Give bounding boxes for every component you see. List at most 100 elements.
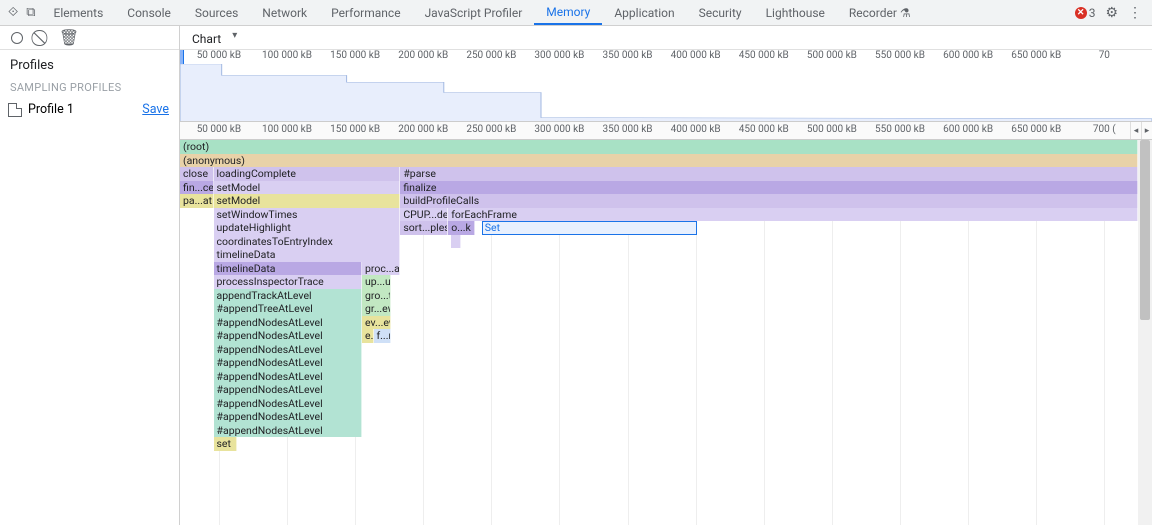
flame-row: set: [180, 437, 1138, 451]
flame-bar[interactable]: #appendNodesAtLevel: [214, 329, 362, 343]
tab-memory[interactable]: Memory: [534, 0, 602, 25]
flame-bar[interactable]: #appendNodesAtLevel: [214, 343, 362, 357]
tab-application[interactable]: Application: [602, 0, 686, 25]
flame-bar[interactable]: forEachFrame: [448, 208, 1138, 222]
flame-bar[interactable]: up...up: [362, 275, 391, 289]
flame-row: timelineDataproc...ata: [180, 262, 1138, 276]
flame-row: fin...cesetModelfinalize: [180, 181, 1138, 195]
tab-recorder-[interactable]: Recorder ⚗: [837, 0, 923, 25]
flame-chart[interactable]: (root)(anonymous)closeloadingComplete#pa…: [180, 140, 1152, 525]
tab-sources[interactable]: Sources: [183, 0, 250, 25]
tab-network[interactable]: Network: [250, 0, 319, 25]
flame-bar[interactable]: #appendNodesAtLevel: [214, 410, 362, 424]
size-ruler[interactable]: 50 000 kB100 000 kB150 000 kB200 000 kB2…: [180, 122, 1152, 140]
flame-bar[interactable]: gro...ts: [362, 289, 391, 303]
sidebar-section: SAMPLING PROFILES: [0, 75, 179, 98]
flame-bar[interactable]: o...k: [448, 221, 475, 235]
flame-bar[interactable]: #appendNodesAtLevel: [214, 424, 362, 438]
flame-bar[interactable]: [451, 235, 461, 249]
flame-bar[interactable]: #appendNodesAtLevel: [214, 397, 362, 411]
tab-performance[interactable]: Performance: [319, 0, 412, 25]
flame-bar[interactable]: (anonymous): [180, 154, 1138, 168]
ruler-nav-left[interactable]: ◂: [1130, 122, 1141, 139]
flame-bar[interactable]: e...: [362, 329, 373, 343]
profile-content: Chart 50 000 kB100 000 kB150 000 kB200 0…: [180, 26, 1152, 525]
flame-bar[interactable]: appendTrackAtLevel: [214, 289, 362, 303]
flame-bar[interactable]: setModel: [214, 181, 401, 195]
scrollbar-thumb[interactable]: [1140, 140, 1150, 320]
flame-bar[interactable]: proc...ata: [362, 262, 400, 276]
flame-row: processInspectorTraceup...up: [180, 275, 1138, 289]
profile-name: Profile 1: [28, 102, 74, 117]
flame-bar[interactable]: f...r: [374, 329, 391, 343]
flame-bar[interactable]: Set: [482, 221, 698, 235]
tab-elements[interactable]: Elements: [42, 0, 116, 25]
overview-tick: 600 000 kB: [943, 50, 993, 61]
flame-bar[interactable]: buildProfileCalls: [400, 194, 1138, 208]
tab-security[interactable]: Security: [687, 0, 754, 25]
delete-icon[interactable]: 🗑: [62, 31, 76, 45]
flame-bar[interactable]: coordinatesToEntryIndex: [214, 235, 401, 249]
sidebar-title: Profiles: [0, 50, 179, 75]
ruler-tick: 600 000 kB: [943, 124, 993, 135]
device-icon[interactable]: ⧉: [26, 5, 35, 20]
overview-tick: 70: [1099, 50, 1110, 61]
overview-strip[interactable]: 50 000 kB100 000 kB150 000 kB200 000 kB2…: [180, 50, 1152, 122]
flame-row: #appendNodesAtLevel: [180, 410, 1138, 424]
flame-bar[interactable]: setModel: [214, 194, 401, 208]
document-icon: [8, 103, 22, 117]
flame-bar[interactable]: #appendNodesAtLevel: [214, 383, 362, 397]
more-icon[interactable]: ⋮: [1128, 5, 1142, 21]
tab-javascript-profiler[interactable]: JavaScript Profiler: [413, 0, 535, 25]
flame-bar[interactable]: #appendTreeAtLevel: [214, 302, 362, 316]
stop-icon[interactable]: ⃠: [36, 31, 50, 45]
flame-bar[interactable]: #appendNodesAtLevel: [214, 370, 362, 384]
error-badge[interactable]: ✕ 3: [1075, 6, 1096, 20]
scrollbar-vertical[interactable]: [1138, 140, 1152, 525]
error-dot-icon: ✕: [1075, 7, 1087, 19]
ruler-tick: 700 (: [1093, 124, 1116, 135]
overview-tick: 300 000 kB: [534, 50, 584, 61]
settings-gear-icon[interactable]: ⚙: [1105, 5, 1118, 21]
flame-bar[interactable]: processInspectorTrace: [214, 275, 362, 289]
ruler-tick: 400 000 kB: [671, 124, 721, 135]
ruler-nav-right[interactable]: ▸: [1141, 122, 1152, 139]
ruler-tick: 50 000 kB: [197, 124, 241, 135]
tab-console[interactable]: Console: [115, 0, 183, 25]
devtools-tabbar: ⟐ ⧉ ElementsConsoleSourcesNetworkPerform…: [0, 0, 1152, 26]
overview-tick: 250 000 kB: [466, 50, 516, 61]
flame-bar[interactable]: (root): [180, 140, 1138, 154]
view-mode-select[interactable]: Chart: [186, 28, 245, 47]
flame-bar[interactable]: ev...ew: [362, 316, 391, 330]
flame-bar[interactable]: close: [180, 167, 214, 181]
profile-item[interactable]: Profile 1 Save: [0, 98, 179, 121]
flame-bar[interactable]: #parse: [400, 167, 1138, 181]
flame-bar[interactable]: pa...at: [180, 194, 214, 208]
record-icon[interactable]: [10, 31, 24, 45]
flame-bar[interactable]: timelineData: [214, 262, 362, 276]
view-toolbar: Chart: [180, 26, 1152, 50]
overview-tick: 450 000 kB: [739, 50, 789, 61]
flame-bar[interactable]: timelineData: [214, 248, 401, 262]
flame-bar[interactable]: #appendNodesAtLevel: [214, 316, 362, 330]
flame-bar[interactable]: setWindowTimes: [214, 208, 401, 222]
flame-bar[interactable]: set: [214, 437, 238, 451]
inspect-icon[interactable]: ⟐: [8, 5, 18, 20]
tab-lighthouse[interactable]: Lighthouse: [754, 0, 837, 25]
flame-bar[interactable]: finalize: [400, 181, 1138, 195]
save-link[interactable]: Save: [142, 102, 169, 117]
flame-bar[interactable]: fin...ce: [180, 181, 214, 195]
flame-row: (anonymous): [180, 154, 1138, 168]
flame-bar[interactable]: #appendNodesAtLevel: [214, 356, 362, 370]
flame-bar[interactable]: loadingComplete: [214, 167, 401, 181]
ruler-nav[interactable]: ◂ ▸: [1130, 122, 1152, 139]
flame-bar[interactable]: updateHighlight: [214, 221, 401, 235]
flame-bar[interactable]: sort...ples: [400, 221, 448, 235]
overview-tick: 650 000 kB: [1011, 50, 1061, 61]
flame-row: #appendNodesAtLevele...f...r: [180, 329, 1138, 343]
devtools-tabs: ElementsConsoleSourcesNetworkPerformance…: [42, 0, 923, 25]
flame-bar[interactable]: gr...ew: [362, 302, 391, 316]
overview-tick: 400 000 kB: [671, 50, 721, 61]
flame-bar[interactable]: CPUP...del: [400, 208, 448, 222]
ruler-tick: 350 000 kB: [603, 124, 653, 135]
